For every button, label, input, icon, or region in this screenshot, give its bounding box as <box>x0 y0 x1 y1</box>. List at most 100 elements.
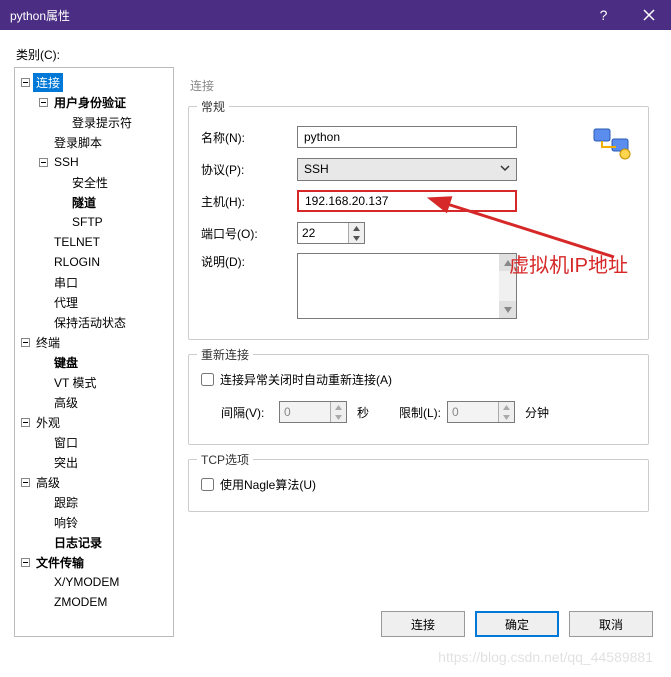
tcp-title: TCP选项 <box>197 451 253 468</box>
port-label: 端口号(O): <box>201 225 297 242</box>
tree-node[interactable]: SSH <box>15 152 173 172</box>
tree-label[interactable]: SSH <box>51 154 82 170</box>
nagle-label: 使用Nagle算法(U) <box>220 476 316 493</box>
tree-node[interactable]: SFTP <box>15 212 173 232</box>
category-tree[interactable]: 连接用户身份验证登录提示符登录脚本 SSH 安全性隧道 SFTP TELNET RLOGI… <box>14 67 174 637</box>
tree-node[interactable]: VT 模式 <box>15 372 173 392</box>
port-spinner[interactable] <box>297 222 365 244</box>
name-input[interactable] <box>297 126 517 148</box>
protocol-select[interactable]: SSH <box>297 158 517 181</box>
tree-label[interactable]: 连接 <box>33 73 63 92</box>
tree-label[interactable]: 隧道 <box>69 193 99 212</box>
tree-node[interactable]: 登录提示符 <box>15 112 173 132</box>
collapse-icon[interactable] <box>19 76 31 88</box>
tree-label[interactable]: RLOGIN <box>51 254 103 270</box>
scroll-up-icon[interactable] <box>499 254 516 271</box>
tree-node[interactable]: 日志记录 <box>15 532 173 552</box>
desc-textarea-wrap <box>297 253 517 319</box>
tree-label[interactable]: SFTP <box>69 214 106 230</box>
tree-label[interactable]: 外观 <box>33 413 63 432</box>
tree-node[interactable]: 登录脚本 <box>15 132 173 152</box>
collapse-icon[interactable] <box>19 336 31 348</box>
tree-label[interactable]: X/YMODEM <box>51 574 122 590</box>
scroll-down-icon[interactable] <box>499 301 516 318</box>
spin-up-icon <box>331 402 346 412</box>
tree-node[interactable]: RLOGIN <box>15 252 173 272</box>
desc-label: 说明(D): <box>201 253 297 270</box>
general-group: 常规 名称(N): 协议(P): SSH <box>188 106 649 340</box>
collapse-icon[interactable] <box>37 156 49 168</box>
watermark: https://blog.csdn.net/qq_44589881 <box>438 649 653 665</box>
cancel-button[interactable]: 取消 <box>569 611 653 637</box>
tree-label[interactable]: 终端 <box>33 333 63 352</box>
spin-up-icon <box>499 402 514 412</box>
protocol-value: SSH <box>304 162 329 176</box>
tree-node[interactable]: 隧道 <box>15 192 173 212</box>
port-input[interactable] <box>298 223 348 243</box>
tree-label[interactable]: 登录提示符 <box>69 113 135 132</box>
tree-node[interactable]: 文件传输 <box>15 552 173 572</box>
tree-label[interactable]: 键盘 <box>51 353 81 372</box>
tree-node[interactable]: 高级 <box>15 472 173 492</box>
tree-label[interactable]: 安全性 <box>69 173 111 192</box>
tree-label[interactable]: 高级 <box>51 393 81 412</box>
tree-node[interactable]: 终端 <box>15 332 173 352</box>
tree-node[interactable]: 键盘 <box>15 352 173 372</box>
interval-input <box>280 402 330 422</box>
tree-node[interactable]: 连接 <box>15 72 173 92</box>
scrollbar[interactable] <box>499 254 516 318</box>
tree-label[interactable]: 登录脚本 <box>51 133 105 152</box>
collapse-icon[interactable] <box>19 476 31 488</box>
tree-label[interactable]: 突出 <box>51 453 81 472</box>
window-title: python属性 <box>10 7 581 24</box>
limit-label: 限制(L): <box>399 404 441 421</box>
collapse-icon[interactable] <box>19 416 31 428</box>
help-button[interactable]: ? <box>581 0 626 30</box>
tree-label[interactable]: 窗口 <box>51 433 81 452</box>
tree-node[interactable]: 窗口 <box>15 432 173 452</box>
host-input[interactable] <box>297 190 517 212</box>
ok-button[interactable]: 确定 <box>475 611 559 637</box>
tree-node[interactable]: 突出 <box>15 452 173 472</box>
tree-label[interactable]: ZMODEM <box>51 594 110 610</box>
tree-node[interactable]: 外观 <box>15 412 173 432</box>
reconnect-group: 重新连接 连接异常关闭时自动重新连接(A) 间隔(V): <box>188 354 649 445</box>
tree-label[interactable]: 跟踪 <box>51 493 81 512</box>
tree-node[interactable]: X/YMODEM <box>15 572 173 592</box>
tree-node[interactable]: 安全性 <box>15 172 173 192</box>
tcp-group: TCP选项 使用Nagle算法(U) <box>188 459 649 512</box>
auto-reconnect-checkbox[interactable] <box>201 373 214 386</box>
interval-spinner <box>279 401 347 423</box>
desc-textarea[interactable] <box>298 254 499 318</box>
nagle-checkbox[interactable] <box>201 478 214 491</box>
tree-node[interactable]: 保持活动状态 <box>15 312 173 332</box>
limit-spinner <box>447 401 515 423</box>
tree-node[interactable]: 跟踪 <box>15 492 173 512</box>
tree-node[interactable]: 响铃 <box>15 512 173 532</box>
tree-label[interactable]: 用户身份验证 <box>51 93 129 112</box>
tree-label[interactable]: 日志记录 <box>51 533 105 552</box>
tree-label[interactable]: TELNET <box>51 234 103 250</box>
button-bar: 连接 确定 取消 <box>180 601 657 637</box>
tree-node[interactable]: 串口 <box>15 272 173 292</box>
close-button[interactable] <box>626 0 671 30</box>
tree-label[interactable]: 代理 <box>51 293 81 312</box>
tree-node[interactable]: ZMODEM <box>15 592 173 612</box>
general-title: 常规 <box>197 98 229 115</box>
tree-label[interactable]: 高级 <box>33 473 63 492</box>
tree-label[interactable]: 文件传输 <box>33 553 87 572</box>
spin-down-icon[interactable] <box>349 233 364 243</box>
tree-node[interactable]: 用户身份验证 <box>15 92 173 112</box>
tree-node[interactable]: 代理 <box>15 292 173 312</box>
tree-label[interactable]: VT 模式 <box>51 373 99 392</box>
collapse-icon[interactable] <box>19 556 31 568</box>
tree-label[interactable]: 串口 <box>51 273 81 292</box>
tree-label[interactable]: 保持活动状态 <box>51 313 129 332</box>
tree-node[interactable]: 高级 <box>15 392 173 412</box>
tree-node[interactable]: TELNET <box>15 232 173 252</box>
collapse-icon[interactable] <box>37 96 49 108</box>
connect-button[interactable]: 连接 <box>381 611 465 637</box>
spin-up-icon[interactable] <box>349 223 364 233</box>
close-icon <box>643 9 655 21</box>
tree-label[interactable]: 响铃 <box>51 513 81 532</box>
